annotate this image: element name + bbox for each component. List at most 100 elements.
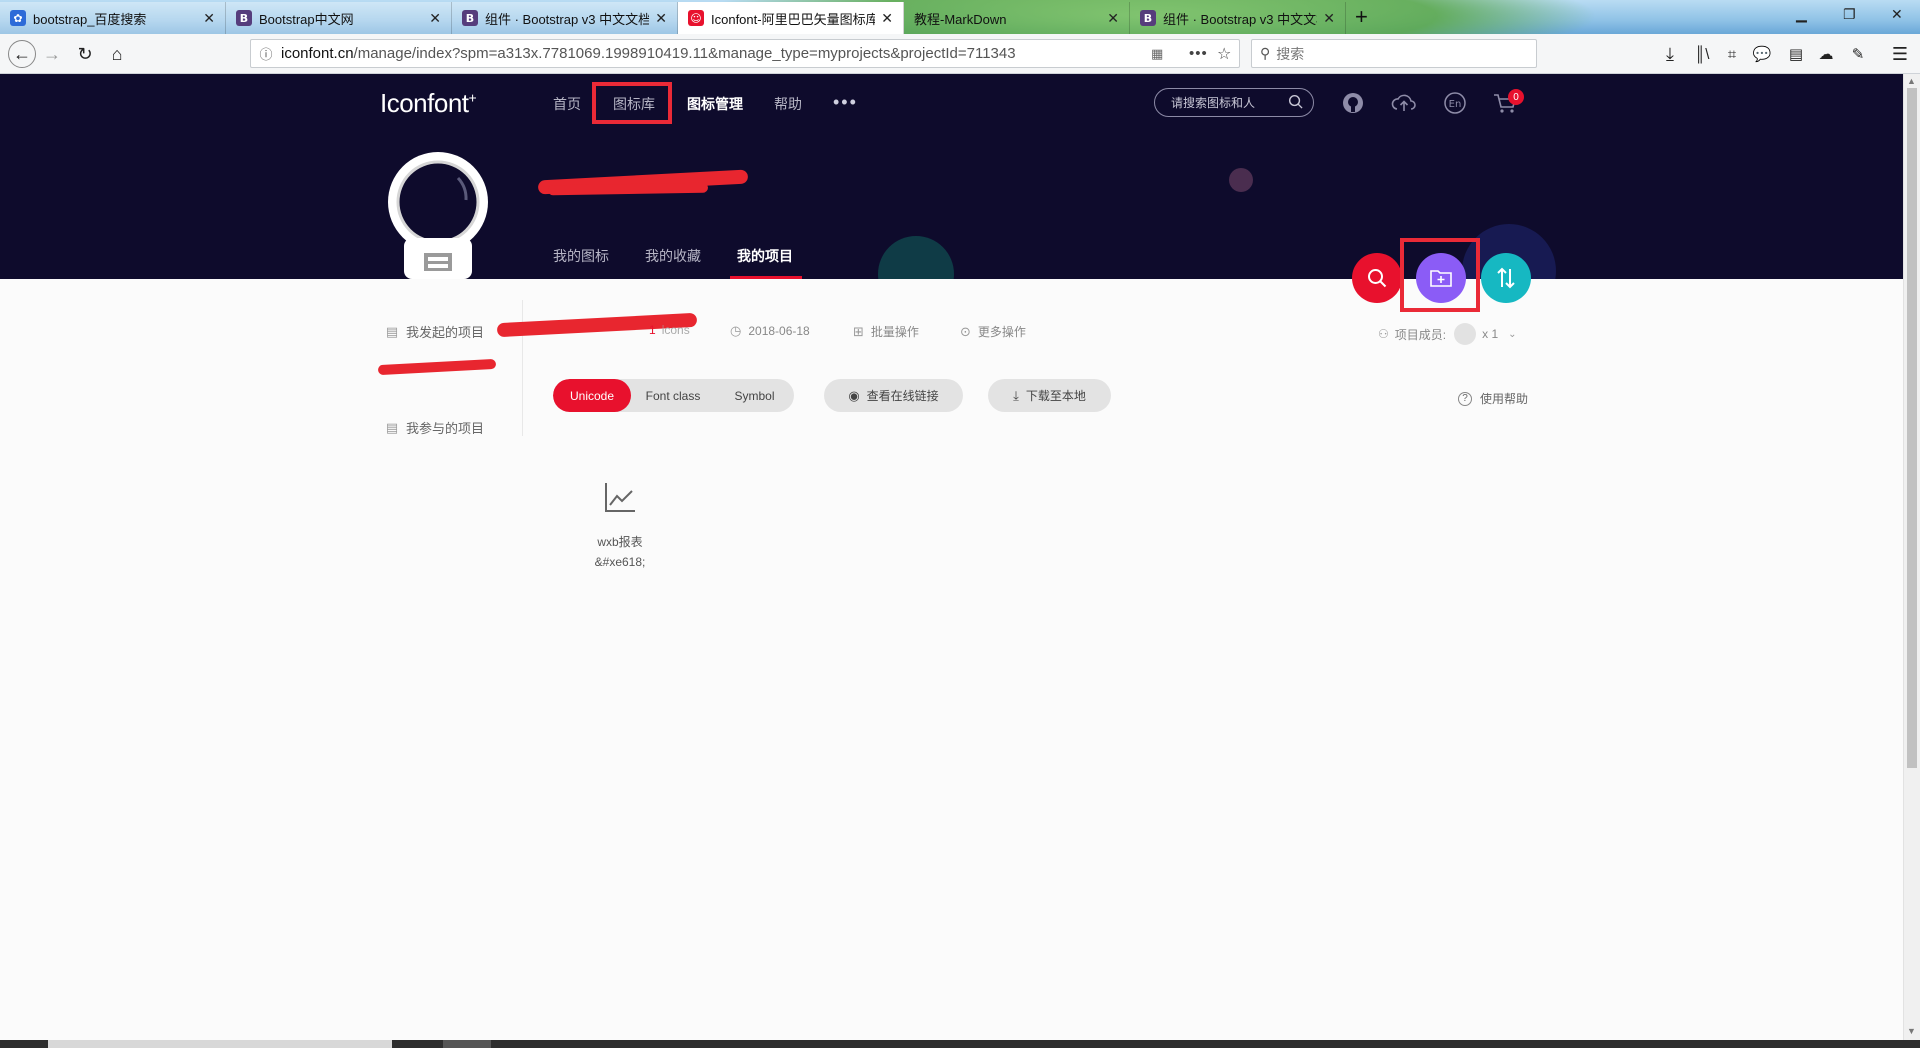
- sort-button[interactable]: [1481, 253, 1531, 303]
- taskbar-item[interactable]: [443, 1040, 491, 1048]
- github-icon[interactable]: [1340, 90, 1366, 116]
- tab-label: 教程-MarkDown: [914, 11, 1007, 27]
- new-tab-icon[interactable]: +: [1355, 4, 1368, 30]
- site-header: Iconfont+ 首页 图标库 图标管理 帮助 ••• 请搜索图标和人 En …: [0, 74, 1903, 279]
- tab-close-icon[interactable]: ✕: [881, 10, 893, 27]
- download-local-label: 下载至本地: [1025, 389, 1086, 403]
- extension-icon[interactable]: ☁: [1814, 42, 1838, 66]
- browser-tab[interactable]: B 组件 · Bootstrap v3 中文文档 ✕: [1130, 2, 1346, 34]
- tab-close-icon[interactable]: ✕: [655, 10, 667, 27]
- batch-operation-button[interactable]: ⊞ 批量操作: [853, 323, 919, 340]
- screenshot-crop-icon[interactable]: ⌗: [1720, 42, 1744, 66]
- sidebar-icon[interactable]: ▤: [1784, 42, 1808, 66]
- site-search-placeholder: 请搜索图标和人: [1171, 96, 1256, 110]
- browser-search-placeholder: 搜索: [1276, 45, 1305, 62]
- reload-icon[interactable]: ↻: [73, 42, 97, 66]
- usage-help-label: 使用帮助: [1480, 392, 1529, 406]
- home-icon[interactable]: ⌂: [105, 42, 129, 66]
- restore-icon[interactable]: ❐: [1843, 6, 1856, 23]
- page-scrollbar[interactable]: ▲ ▼: [1903, 74, 1920, 1040]
- scrollbar-thumb[interactable]: [1907, 88, 1917, 768]
- highlight-box: [1400, 238, 1480, 312]
- site-logo[interactable]: Iconfont+: [380, 88, 477, 119]
- search-project-button[interactable]: [1352, 253, 1402, 303]
- browser-tab[interactable]: B Bootstrap中文网 ✕: [226, 2, 452, 34]
- download-icon[interactable]: ⤓: [1658, 42, 1682, 66]
- url-path: /manage/index?spm=a313x.7781069.19989104…: [353, 45, 1016, 62]
- icon-card[interactable]: wxb报表 &#xe618;: [560, 470, 680, 580]
- minimize-icon[interactable]: ▁: [1796, 6, 1807, 23]
- close-window-icon[interactable]: ✕: [1891, 6, 1903, 23]
- site-info-icon[interactable]: ⓘ: [251, 44, 281, 63]
- subnav-my-projects[interactable]: 我的项目: [737, 246, 793, 266]
- upload-cloud-icon[interactable]: [1391, 90, 1417, 116]
- project-members[interactable]: ⚇ 项目成员: x 1 ⌄: [1378, 323, 1517, 345]
- address-bar[interactable]: ⓘ iconfont.cn/manage/index?spm=a313x.778…: [250, 39, 1240, 68]
- tab-label: 组件 · Bootstrap v3 中文文档: [1163, 11, 1318, 27]
- subnav-my-icons[interactable]: 我的图标: [553, 246, 609, 266]
- tab-label: 组件 · Bootstrap v3 中文文档: [485, 11, 650, 27]
- evernote-icon[interactable]: ✎: [1846, 42, 1870, 66]
- project-list-icon: ▤: [385, 323, 399, 339]
- library-icon[interactable]: ║\: [1690, 42, 1714, 66]
- download-icon: ⤓: [1013, 387, 1019, 403]
- qr-code-icon[interactable]: ▦: [1151, 46, 1163, 62]
- lang-label: En: [1449, 99, 1462, 110]
- browser-search-input[interactable]: ⚲ 搜索: [1251, 39, 1537, 68]
- language-icon[interactable]: En: [1442, 90, 1468, 116]
- bookmark-star-icon[interactable]: ☆: [1217, 44, 1231, 64]
- tab-close-icon[interactable]: ✕: [1107, 10, 1119, 27]
- forward-icon[interactable]: →: [40, 42, 64, 66]
- more-icon[interactable]: •••: [833, 92, 858, 113]
- browser-tab[interactable]: ✿ bootstrap_百度搜索 ✕: [0, 2, 226, 34]
- bootstrap-b-icon: B: [462, 10, 478, 26]
- site-search-input[interactable]: 请搜索图标和人: [1154, 88, 1314, 117]
- sidebar-item-joined-projects[interactable]: ▤ 我参与的项目: [384, 418, 484, 437]
- nav-help[interactable]: 帮助: [774, 94, 802, 114]
- taskbar-item[interactable]: [48, 1040, 392, 1048]
- subnav-my-favorites[interactable]: 我的收藏: [645, 246, 701, 266]
- chat-icon[interactable]: 💬: [1750, 42, 1774, 66]
- menu-icon[interactable]: ☰: [1888, 42, 1912, 66]
- browser-tab-active[interactable]: ☺ Iconfont-阿里巴巴矢量图标库 ✕: [678, 2, 904, 34]
- bootstrap-b-icon: B: [236, 10, 252, 26]
- icon-name: wxb报表: [597, 535, 643, 549]
- download-local-button[interactable]: ⤓ 下载至本地: [988, 379, 1111, 412]
- page-actions-icon[interactable]: •••: [1189, 45, 1208, 62]
- project-date: ◷ 2018-06-18: [730, 323, 810, 339]
- eye-icon: ◉: [848, 387, 860, 403]
- icon-count-value: 1: [649, 323, 656, 337]
- sidebar-item-my-created-projects[interactable]: ▤ 我发起的项目: [384, 322, 484, 341]
- planet-decoration: [878, 236, 954, 279]
- back-icon[interactable]: ←: [8, 40, 36, 68]
- more-circle-icon: ⊙: [960, 323, 971, 339]
- tab-close-icon[interactable]: ✕: [1323, 10, 1335, 27]
- search-icon[interactable]: [1288, 94, 1303, 112]
- usage-help-link[interactable]: ? 使用帮助: [1458, 390, 1528, 407]
- avatar: [386, 152, 490, 279]
- project-sidebar: ▤ 我发起的项目 ▤ 我参与的项目: [377, 300, 523, 437]
- scroll-down-icon[interactable]: ▼: [1907, 1026, 1916, 1036]
- nav-icon-manage[interactable]: 图标管理: [687, 94, 743, 114]
- icon-code: &#xe618;: [594, 555, 646, 569]
- bootstrap-b-icon: B: [1140, 10, 1156, 26]
- search-icon: ⚲: [1260, 45, 1271, 61]
- more-operations-button[interactable]: ⊙ 更多操作: [960, 323, 1026, 340]
- browser-tab[interactable]: 教程-MarkDown ✕: [904, 2, 1130, 34]
- scroll-up-icon[interactable]: ▲: [1907, 76, 1916, 86]
- browser-tab[interactable]: B 组件 · Bootstrap v3 中文文档 ✕: [452, 2, 678, 34]
- tab-label: bootstrap_百度搜索: [33, 11, 147, 27]
- logo-text: Iconfont: [380, 88, 469, 118]
- icon-count-unit: icons: [661, 323, 690, 337]
- logo-mark: +: [468, 89, 477, 106]
- view-online-link-button[interactable]: ◉ 查看在线链接: [824, 379, 963, 412]
- batch-operation-label: 批量操作: [870, 325, 919, 339]
- tab-unicode[interactable]: Unicode: [553, 379, 631, 412]
- planet-decoration: [1229, 168, 1253, 192]
- members-label: 项目成员:: [1394, 327, 1447, 342]
- tab-close-icon[interactable]: ✕: [203, 10, 215, 27]
- tab-font-class[interactable]: Font class: [631, 379, 715, 412]
- tab-close-icon[interactable]: ✕: [429, 10, 441, 27]
- tab-symbol[interactable]: Symbol: [715, 379, 794, 412]
- nav-home[interactable]: 首页: [553, 94, 581, 114]
